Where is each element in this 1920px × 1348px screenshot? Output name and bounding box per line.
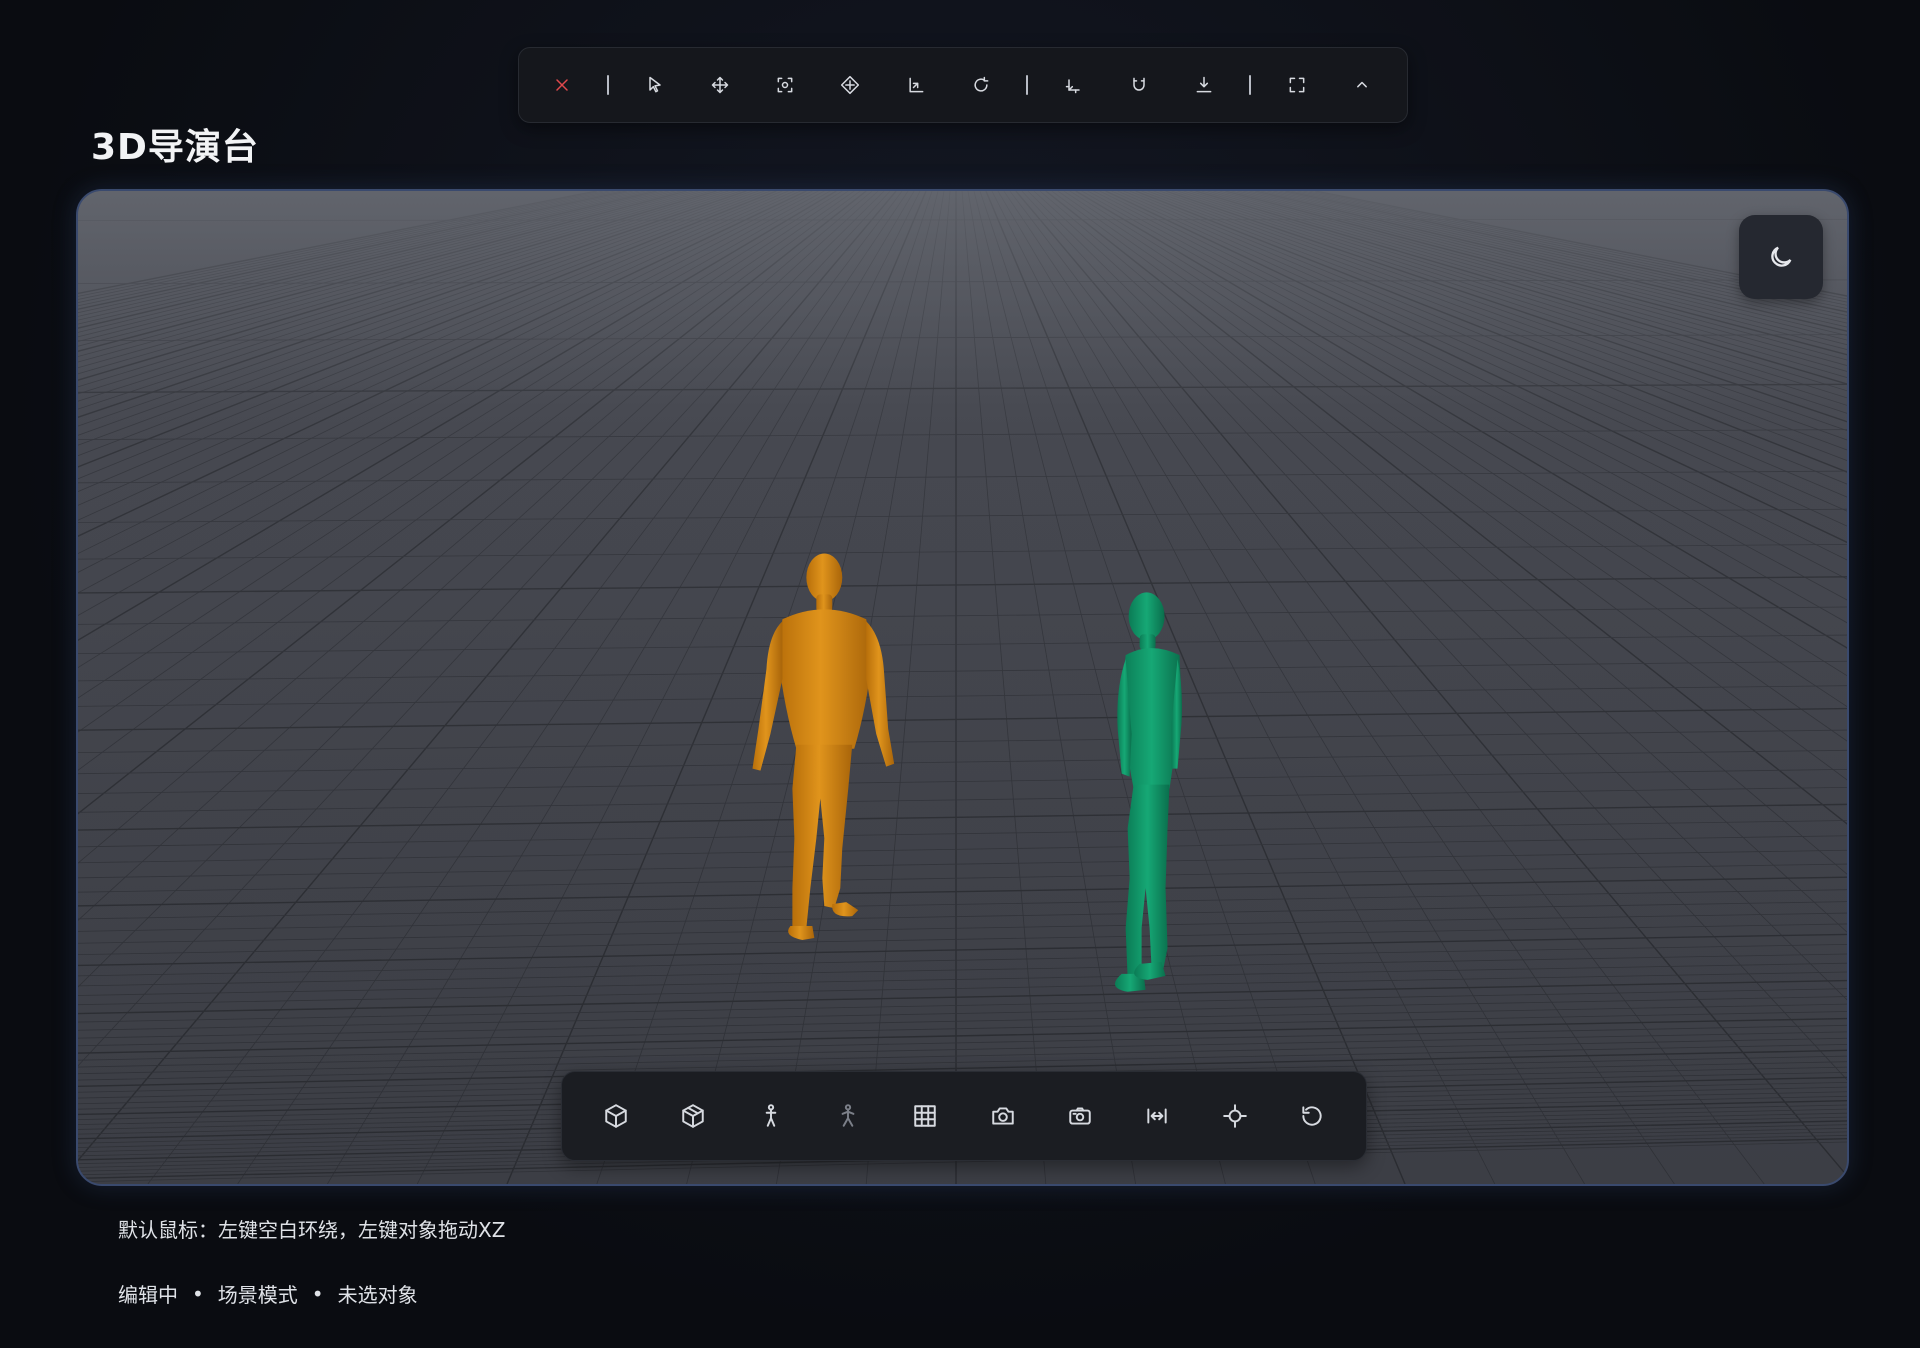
moon-icon (1771, 246, 1792, 267)
status-separator: • (192, 1281, 204, 1306)
focus-tool-button[interactable] (765, 65, 805, 105)
transform-tool-button[interactable] (830, 65, 870, 105)
grid-toggle-button[interactable] (897, 1088, 953, 1144)
coordinate-button[interactable] (1054, 65, 1094, 105)
snap-button[interactable] (1119, 65, 1159, 105)
camera-alt-button[interactable] (1052, 1088, 1108, 1144)
cube-outline-icon (605, 1104, 627, 1128)
collapse-toolbar-button[interactable] (1342, 65, 1382, 105)
status-separator: • (311, 1281, 324, 1306)
status-selection: 未选对象 (337, 1283, 418, 1307)
axis-icon (909, 77, 924, 93)
scene-canvas[interactable] (78, 191, 1847, 1184)
transform-icon (841, 75, 860, 95)
crosshair-icon (1222, 1104, 1247, 1128)
mouse-hint-text: 默认鼠标：左键空白环绕，左键对象拖动XZ (118, 1218, 506, 1242)
move-icon (711, 76, 729, 94)
rotate-icon (974, 76, 989, 92)
person-icon (765, 1104, 776, 1127)
focus-icon (777, 77, 793, 93)
cube-icon (682, 1104, 705, 1128)
top-toolbar (518, 47, 1408, 123)
chevron-up-icon (1357, 81, 1367, 88)
close-icon (556, 79, 568, 91)
add-cube-outline-button[interactable] (588, 1088, 644, 1144)
close-button[interactable] (542, 65, 582, 105)
add-person-button[interactable] (743, 1088, 799, 1144)
drop-to-floor-button[interactable] (1184, 65, 1224, 105)
status-bar: 编辑中 • 场景模式 • 未选对象 (118, 1279, 418, 1308)
drop-to-floor-icon (1196, 76, 1212, 93)
page-title: 3D导演台 (91, 127, 259, 168)
coordinate-icon (1065, 79, 1080, 94)
add-cube-button[interactable] (665, 1088, 721, 1144)
measure-width-button[interactable] (1129, 1088, 1185, 1144)
person-dim-icon (841, 1104, 855, 1127)
camera-icon (991, 1107, 1014, 1125)
move-tool-button[interactable] (700, 65, 740, 105)
status-scene-mode: 场景模式 (217, 1283, 298, 1307)
toolbar-separator (607, 75, 610, 95)
status-edit-mode: 编辑中 (118, 1283, 178, 1307)
axis-tool-button[interactable] (896, 65, 936, 105)
add-person-alt-button[interactable] (820, 1088, 876, 1144)
theme-toggle-button[interactable] (1739, 215, 1823, 299)
reset-view-button[interactable] (1284, 1088, 1340, 1144)
width-icon (1147, 1108, 1167, 1124)
fullscreen-icon (1289, 77, 1305, 93)
bottom-toolbar (561, 1071, 1367, 1161)
select-tool-button[interactable] (635, 65, 675, 105)
grid-icon (914, 1105, 937, 1127)
toolbar-separator (1249, 75, 1252, 95)
rotate-tool-button[interactable] (961, 65, 1001, 105)
camera-alt-icon (1069, 1107, 1091, 1125)
scene-viewport[interactable] (76, 189, 1849, 1186)
center-target-button[interactable] (1207, 1088, 1263, 1144)
reset-icon (1302, 1106, 1322, 1126)
fullscreen-button[interactable] (1277, 65, 1317, 105)
magnet-icon (1133, 77, 1145, 91)
camera-button[interactable] (975, 1088, 1031, 1144)
toolbar-separator (1026, 75, 1029, 95)
pointer-icon (648, 76, 661, 93)
